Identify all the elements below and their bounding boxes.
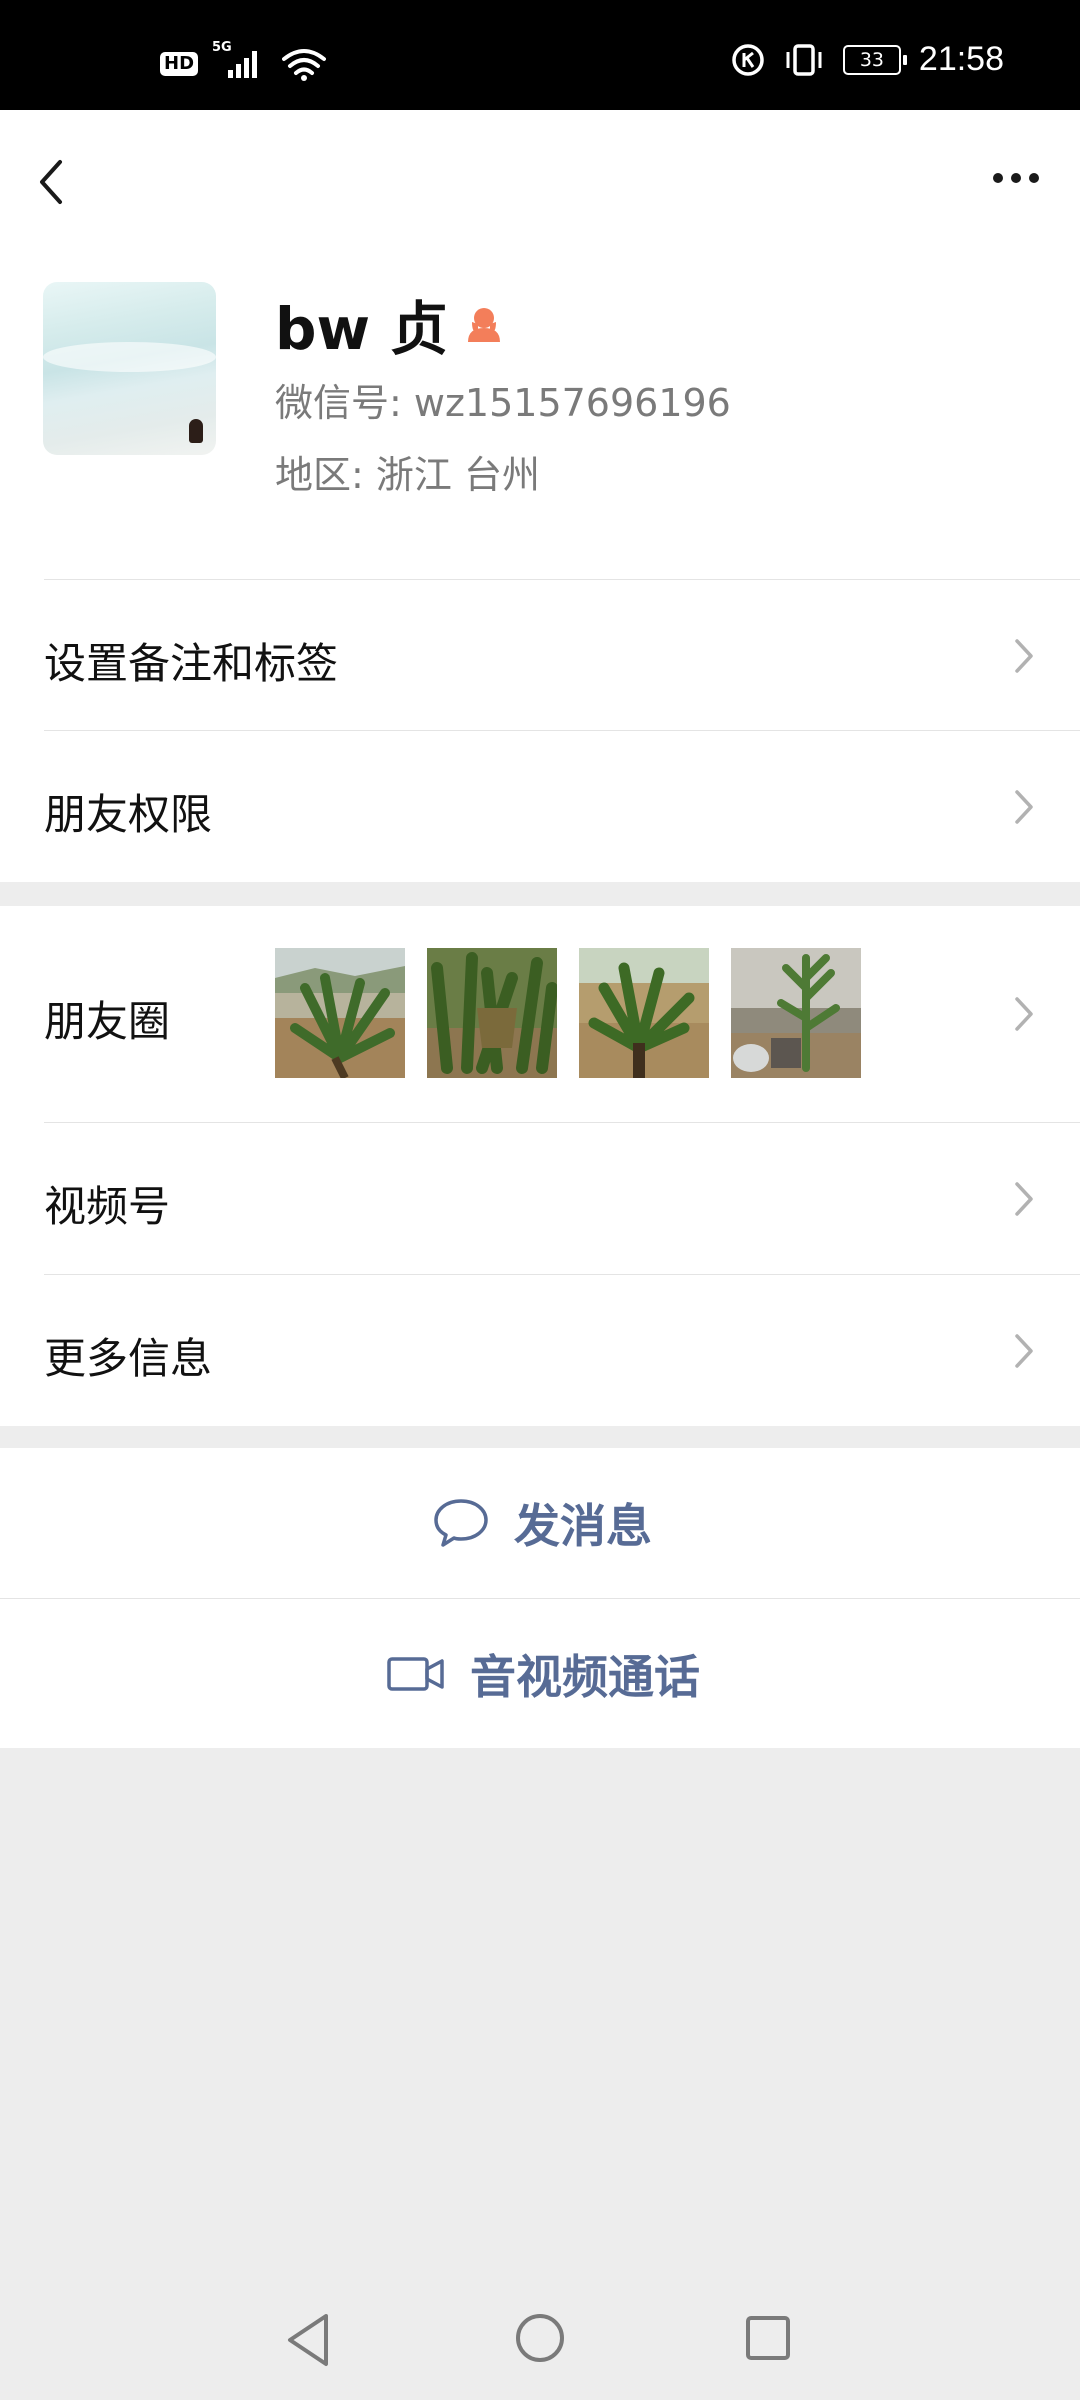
more-info-label: 更多信息 bbox=[44, 1334, 213, 1383]
friend-permissions-row[interactable]: 朋友权限 bbox=[0, 731, 1080, 882]
status-bar: HD 5G 33 21:58 bbox=[0, 0, 1080, 110]
hd-voice-icon: HD bbox=[160, 52, 199, 76]
wifi-icon bbox=[282, 49, 327, 81]
moments-thumbnail bbox=[579, 948, 709, 1078]
back-arrow-icon[interactable] bbox=[30, 144, 80, 214]
chevron-right-icon bbox=[1015, 1334, 1033, 1368]
chevron-right-icon bbox=[1015, 1182, 1033, 1216]
moments-thumbnail bbox=[427, 948, 557, 1078]
moments-section: 朋友圈 视频号 更多信息 bbox=[0, 906, 1080, 1426]
moments-label: 朋友圈 bbox=[44, 997, 171, 1046]
vibrate-icon bbox=[786, 43, 822, 76]
channels-label: 视频号 bbox=[44, 1182, 171, 1231]
remark-tags-label: 设置备注和标签 bbox=[44, 639, 339, 688]
status-right-icons: 33 21:58 bbox=[731, 40, 1004, 79]
send-message-label: 发消息 bbox=[514, 1499, 652, 1553]
wechat-id: 微信号: wz15157696196 bbox=[275, 381, 731, 425]
chevron-right-icon bbox=[1015, 997, 1033, 1031]
moments-thumbnail bbox=[275, 948, 405, 1078]
female-icon bbox=[468, 308, 501, 342]
status-time: 21:58 bbox=[918, 40, 1004, 78]
profile-name: bw 贞 bbox=[275, 295, 449, 363]
profile-header: bw 贞 微信号: wz15157696196 地区: 浙江 台州 设置备注和标… bbox=[0, 110, 1080, 882]
video-camera-icon bbox=[387, 1656, 444, 1691]
battery-icon: 33 bbox=[842, 44, 907, 75]
cellular-signal-icon: 5G bbox=[212, 40, 268, 82]
nav-back-icon[interactable] bbox=[282, 2310, 334, 2370]
data-saver-icon bbox=[732, 43, 764, 76]
status-left-icons: HD 5G bbox=[160, 40, 327, 82]
moments-thumbnail bbox=[731, 948, 861, 1078]
profile-name-row: bw 贞 bbox=[275, 282, 506, 366]
chevron-right-icon bbox=[1015, 639, 1033, 673]
friend-permissions-label: 朋友权限 bbox=[44, 790, 213, 839]
nav-home-icon[interactable] bbox=[514, 2312, 566, 2364]
remark-tags-row[interactable]: 设置备注和标签 bbox=[0, 580, 1080, 730]
contact-profile-screen: HD 5G 33 21:58 bw 贞 微信号: wz15157696196 地… bbox=[0, 0, 1080, 2400]
nav-recent-apps-icon[interactable] bbox=[744, 2314, 792, 2362]
av-call-label: 音视频通话 bbox=[470, 1649, 700, 1704]
chevron-right-icon bbox=[1015, 790, 1033, 824]
av-call-button[interactable]: 音视频通话 bbox=[0, 1599, 1080, 1748]
moments-row[interactable]: 朋友圈 bbox=[0, 906, 1080, 1122]
more-options-icon[interactable] bbox=[986, 158, 1046, 198]
region: 地区: 浙江 台州 bbox=[275, 453, 540, 497]
system-nav-bar bbox=[0, 2290, 1080, 2400]
channels-row[interactable]: 视频号 bbox=[0, 1123, 1080, 1274]
chat-bubble-icon bbox=[434, 1499, 488, 1547]
more-info-row[interactable]: 更多信息 bbox=[0, 1275, 1080, 1426]
avatar[interactable] bbox=[43, 282, 216, 455]
send-message-button[interactable]: 发消息 bbox=[0, 1448, 1080, 1598]
